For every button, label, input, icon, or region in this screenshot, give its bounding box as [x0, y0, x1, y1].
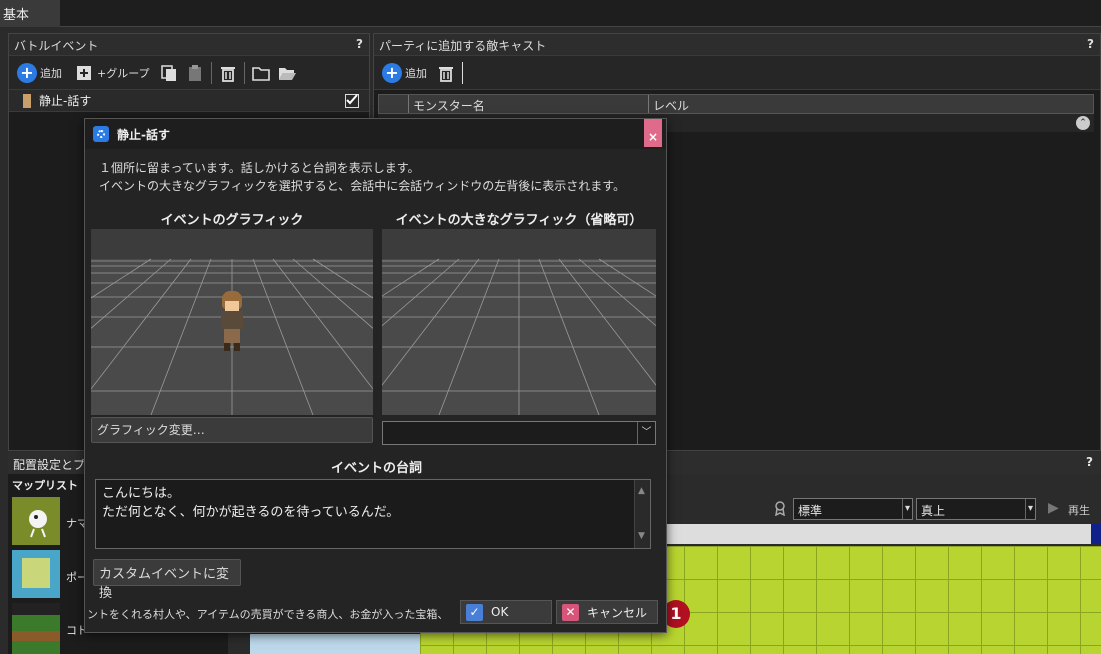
- floor-grid: [382, 229, 656, 415]
- folder-icon[interactable]: [251, 63, 271, 83]
- grid-header-blank: [379, 95, 409, 113]
- play-icon[interactable]: ▶: [1048, 500, 1059, 516]
- ok-button[interactable]: ✓ OK: [460, 600, 552, 624]
- change-graphic-button[interactable]: グラフィック変更…: [91, 417, 373, 443]
- dialog-title-bar: 静止-話す: [85, 119, 666, 149]
- paste-icon[interactable]: [185, 63, 205, 83]
- help-icon[interactable]: ?: [1087, 37, 1094, 51]
- tab-basic[interactable]: 基本: [0, 0, 60, 27]
- scroll-down-icon[interactable]: ▼: [638, 527, 645, 546]
- plus-circle-icon: +: [17, 62, 37, 83]
- graphic-viewport[interactable]: [91, 229, 373, 415]
- add-enemy-label: 追加: [405, 66, 427, 80]
- add-group-button[interactable]: +グループ: [71, 61, 153, 85]
- help-icon[interactable]: ?: [356, 37, 363, 51]
- list-item[interactable]: 静止-話す: [9, 90, 369, 112]
- copy-icon[interactable]: [159, 63, 179, 83]
- plus-circle-icon: +: [382, 62, 402, 83]
- map-preview-ground: [12, 631, 60, 641]
- map-thumbnail[interactable]: [12, 497, 60, 545]
- column-monster-name[interactable]: モンスター名: [409, 95, 649, 113]
- add-page-icon: [77, 65, 91, 80]
- enemy-cast-title: パーティに追加する敵キャスト: [379, 39, 547, 53]
- map-thumbnail[interactable]: [12, 550, 60, 598]
- description-line: イベントの大きなグラフィックを選択すると、会話中に会話ウィンドウの左背後に表示さ…: [99, 179, 626, 193]
- check-icon: ✓: [466, 603, 483, 621]
- play-label[interactable]: 再生: [1068, 502, 1090, 518]
- dialog-description: １個所に留まっています。話しかけると台詞を表示します。 イベントの大きなグラフィ…: [85, 159, 666, 195]
- map-thumbnail[interactable]: [12, 603, 60, 654]
- enemy-cast-header: パーティに追加する敵キャスト ?: [374, 34, 1100, 56]
- enemy-grid-header: モンスター名 レベル: [378, 94, 1094, 114]
- bird-icon: [29, 510, 47, 538]
- chevron-down-icon: ﹀: [637, 422, 655, 444]
- add-event-label: 追加: [40, 66, 62, 80]
- chevron-down-icon: ▾: [902, 499, 912, 519]
- graphic-label: イベントのグラフィック: [160, 213, 304, 228]
- event-dialog: 静止-話す × １個所に留まっています。話しかけると台詞を表示します。 イベント…: [84, 118, 667, 633]
- cancel-label: キャンセル: [587, 605, 648, 620]
- ok-label: OK: [491, 605, 509, 619]
- chevron-down-icon: ▾: [1025, 499, 1035, 519]
- description-line: １個所に留まっています。話しかけると台詞を表示します。: [99, 161, 420, 175]
- footer-hint: ントをくれる村人や、アイテムの売買ができる商人、お金が入った宝箱、: [87, 608, 449, 621]
- placement-title: 配置設定とプ: [13, 458, 86, 472]
- textarea-scrollbar[interactable]: ▲ ▼: [634, 480, 650, 548]
- dialogue-label: イベントの台詞: [330, 461, 422, 476]
- trash-icon[interactable]: [436, 63, 456, 83]
- battle-event-toolbar: + 追加 +グループ: [9, 56, 369, 90]
- convert-custom-event-button[interactable]: カスタムイベントに変換: [93, 559, 241, 601]
- dialogue-textarea[interactable]: こんにちは。 ただ何となく、何かが起きるのを待っているんだ。 ▲ ▼: [95, 479, 651, 549]
- ruler-marker: [1091, 524, 1101, 544]
- top-tab-bar: 基本: [0, 0, 1101, 27]
- folder-open-icon[interactable]: [277, 63, 297, 83]
- trash-icon[interactable]: [218, 63, 238, 83]
- toolbar-separator: [462, 61, 463, 84]
- scroll-up-icon[interactable]: ▲: [638, 482, 645, 501]
- chevron-up-circle-icon[interactable]: ⌃: [1076, 116, 1090, 130]
- dialogue-line: こんにちは。: [102, 486, 181, 501]
- list-item-label: 静止-話す: [39, 94, 92, 108]
- award-icon[interactable]: [772, 500, 788, 517]
- big-graphic-select[interactable]: ﹀: [382, 421, 656, 445]
- character-sprite: [217, 291, 247, 353]
- mode-select[interactable]: 標準 ▾: [793, 498, 913, 520]
- character-icon: [23, 93, 31, 108]
- toolbar-separator: [210, 61, 212, 84]
- view-select-value: 真上: [921, 504, 946, 518]
- big-graphic-label: イベントの大きなグラフィック（省略可）: [395, 213, 643, 228]
- enemy-cast-toolbar: + 追加: [374, 56, 1100, 90]
- add-group-label: +グループ: [97, 66, 150, 80]
- dialog-title: 静止-話す: [117, 127, 170, 142]
- map-toolbar: 標準 ▾ 真上 ▾ ▶ 再生: [668, 496, 1101, 522]
- column-level[interactable]: レベル: [649, 95, 1093, 113]
- add-enemy-button[interactable]: + 追加: [379, 61, 430, 85]
- help-icon[interactable]: ?: [1086, 455, 1093, 469]
- battle-event-header: バトルイベント ?: [9, 34, 369, 56]
- battle-event-title: バトルイベント: [14, 39, 99, 53]
- dialogue-line: ただ何となく、何かが起きるのを待っているんだ。: [102, 505, 400, 520]
- view-select[interactable]: 真上 ▾: [916, 498, 1036, 520]
- mode-select-value: 標準: [798, 504, 823, 518]
- map-preview-sky: [12, 603, 60, 615]
- cancel-button[interactable]: ✕ キャンセル: [556, 600, 658, 624]
- close-button[interactable]: ×: [644, 119, 662, 147]
- add-event-button[interactable]: + 追加: [14, 61, 65, 85]
- map-preview: [22, 558, 50, 588]
- app-gear-icon: [93, 126, 109, 142]
- enabled-checkbox[interactable]: [345, 94, 359, 108]
- x-icon: ✕: [562, 603, 579, 621]
- map-side-strip: [250, 634, 420, 654]
- toolbar-separator: [243, 61, 245, 84]
- big-graphic-viewport[interactable]: [382, 229, 656, 415]
